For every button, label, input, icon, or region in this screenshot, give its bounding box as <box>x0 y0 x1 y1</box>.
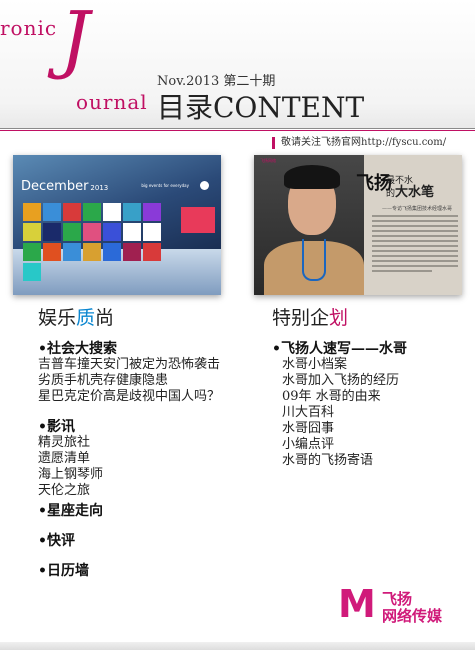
feature-subheading: ——专访飞扬集团技术经理水哥 <box>382 206 453 212</box>
calendar-screenshot-card: December 2013 big events for everyday <box>13 155 221 295</box>
journal-logo-top: ronic <box>0 16 58 40</box>
toc-list-right: •飞扬人速写——水哥 水哥小档案 水哥加入飞扬的经历 09年 水哥的由来 川大百… <box>272 341 462 469</box>
brand-accent-rule <box>0 130 475 131</box>
footer-band <box>0 642 475 650</box>
toc-subitem[interactable]: 小编点评 <box>282 437 462 453</box>
magazine-logo: 飞扬网络 <box>260 158 276 163</box>
app-tile-icon <box>43 243 61 261</box>
app-tile-icon <box>63 203 81 221</box>
avatar <box>200 181 209 190</box>
toc-item-quick-review[interactable]: •快评 <box>38 533 258 549</box>
section-title-part: 特别企 <box>272 307 330 329</box>
section-title-part: 娱乐 <box>38 307 77 329</box>
magazine-feature-card: 飞扬网络 飞扬 最不水 的大水笔 ——专访飞扬集团技术经理水哥 <box>254 155 462 295</box>
toc-subitem[interactable]: 水哥囧事 <box>282 421 462 437</box>
app-tile-icon <box>23 243 41 261</box>
section-title-highlight: 质 <box>76 307 96 329</box>
toc-subitem[interactable]: 海上钢琴师 <box>38 467 258 483</box>
toc-subitem[interactable]: 吉普车撞天安门被定为恐怖袭击 <box>38 357 258 373</box>
calendar-tile-grid <box>23 203 173 281</box>
app-tile-icon <box>63 243 81 261</box>
journal-logo-bottom: ournal <box>76 90 148 114</box>
brand-tagline: 网络传媒 <box>382 607 443 625</box>
toc-item-calendar-wall[interactable]: •日历墙 <box>38 563 258 579</box>
toc-subitem[interactable]: 星巴克定价高是歧视中国人吗？ <box>38 389 258 405</box>
section-title-special: 特别企划 <box>272 303 348 330</box>
feature-headline-big: 大水笔 <box>395 185 435 200</box>
toc-subitem[interactable]: 水哥加入飞扬的经历 <box>282 373 462 389</box>
app-tile-icon <box>143 203 161 221</box>
app-tile-icon <box>103 243 121 261</box>
toc-subitem[interactable]: 川大百科 <box>282 405 462 421</box>
toc-item-search[interactable]: •社会大搜索 <box>38 341 258 357</box>
calendar-year-label: 2013 <box>90 184 109 192</box>
toc-item-horoscope[interactable]: •星座走向 <box>38 503 258 519</box>
app-tile-icon <box>23 223 41 241</box>
page-title: 目录CONTENT <box>157 91 365 124</box>
app-tile-icon <box>123 203 141 221</box>
calendar-greeting: big events for everyday <box>141 183 189 188</box>
masthead-divider <box>0 128 475 129</box>
toc-item-profile[interactable]: •飞扬人速写——水哥 <box>272 341 462 357</box>
toc-subitem[interactable]: 09年 水哥的由来 <box>282 389 462 405</box>
calendar-month-label: December <box>21 179 89 194</box>
website-notice: 敬请关注飞扬官网http://fyscu.com/ <box>272 137 446 149</box>
journal-logo-initial: J <box>60 0 90 82</box>
app-tile-icon <box>43 223 61 241</box>
feature-headline-line2: 的 <box>386 189 396 199</box>
app-tile-icon <box>123 223 141 241</box>
toc-subitem[interactable]: 遗愿清单 <box>38 451 258 467</box>
app-tile-icon <box>143 223 161 241</box>
toc-subitem[interactable]: 水哥的飞扬寄语 <box>282 453 462 469</box>
app-tile-icon <box>43 203 61 221</box>
feature-headline: 最不水 的大水笔 <box>386 175 434 200</box>
app-tile-icon <box>63 223 81 241</box>
portrait-hair <box>284 165 340 189</box>
portrait-lanyard <box>302 239 326 281</box>
toc-item-movies[interactable]: •影讯 <box>38 419 258 435</box>
app-tile-icon <box>83 243 101 261</box>
toc-subitem[interactable]: 水哥小档案 <box>282 357 462 373</box>
media-brand-logo: M 飞扬 网络传媒 <box>338 583 448 627</box>
app-tile-icon <box>123 243 141 261</box>
section-title-entertainment: 娱乐质尚 <box>38 303 114 330</box>
toc-sublist: 水哥小档案 水哥加入飞扬的经历 09年 水哥的由来 川大百科 水哥囧事 小编点评… <box>272 357 462 469</box>
section-title-highlight: 划 <box>329 307 349 329</box>
app-tile-icon <box>23 203 41 221</box>
app-tile-icon <box>83 203 101 221</box>
toc-list-left: •社会大搜索 吉普车撞天安门被定为恐怖袭击 劣质手机壳存健康隐患 星巴克定价高是… <box>38 341 258 579</box>
brand-mark-icon: M <box>338 582 376 626</box>
toc-subitem[interactable]: 天伦之旅 <box>38 483 258 499</box>
app-tile-icon <box>23 263 41 281</box>
toc-subitem[interactable]: 精灵旅社 <box>38 435 258 451</box>
app-tile-icon <box>103 203 121 221</box>
feature-body-text <box>372 215 458 275</box>
app-tile-icon <box>103 223 121 241</box>
calendar-wide-tile <box>181 207 215 233</box>
app-tile-icon <box>83 223 101 241</box>
section-title-part: 尚 <box>95 307 115 329</box>
toc-subitem[interactable]: 劣质手机壳存健康隐患 <box>38 373 258 389</box>
app-tile-icon <box>143 243 161 261</box>
calendar-month-title: December 2013 <box>21 179 108 194</box>
